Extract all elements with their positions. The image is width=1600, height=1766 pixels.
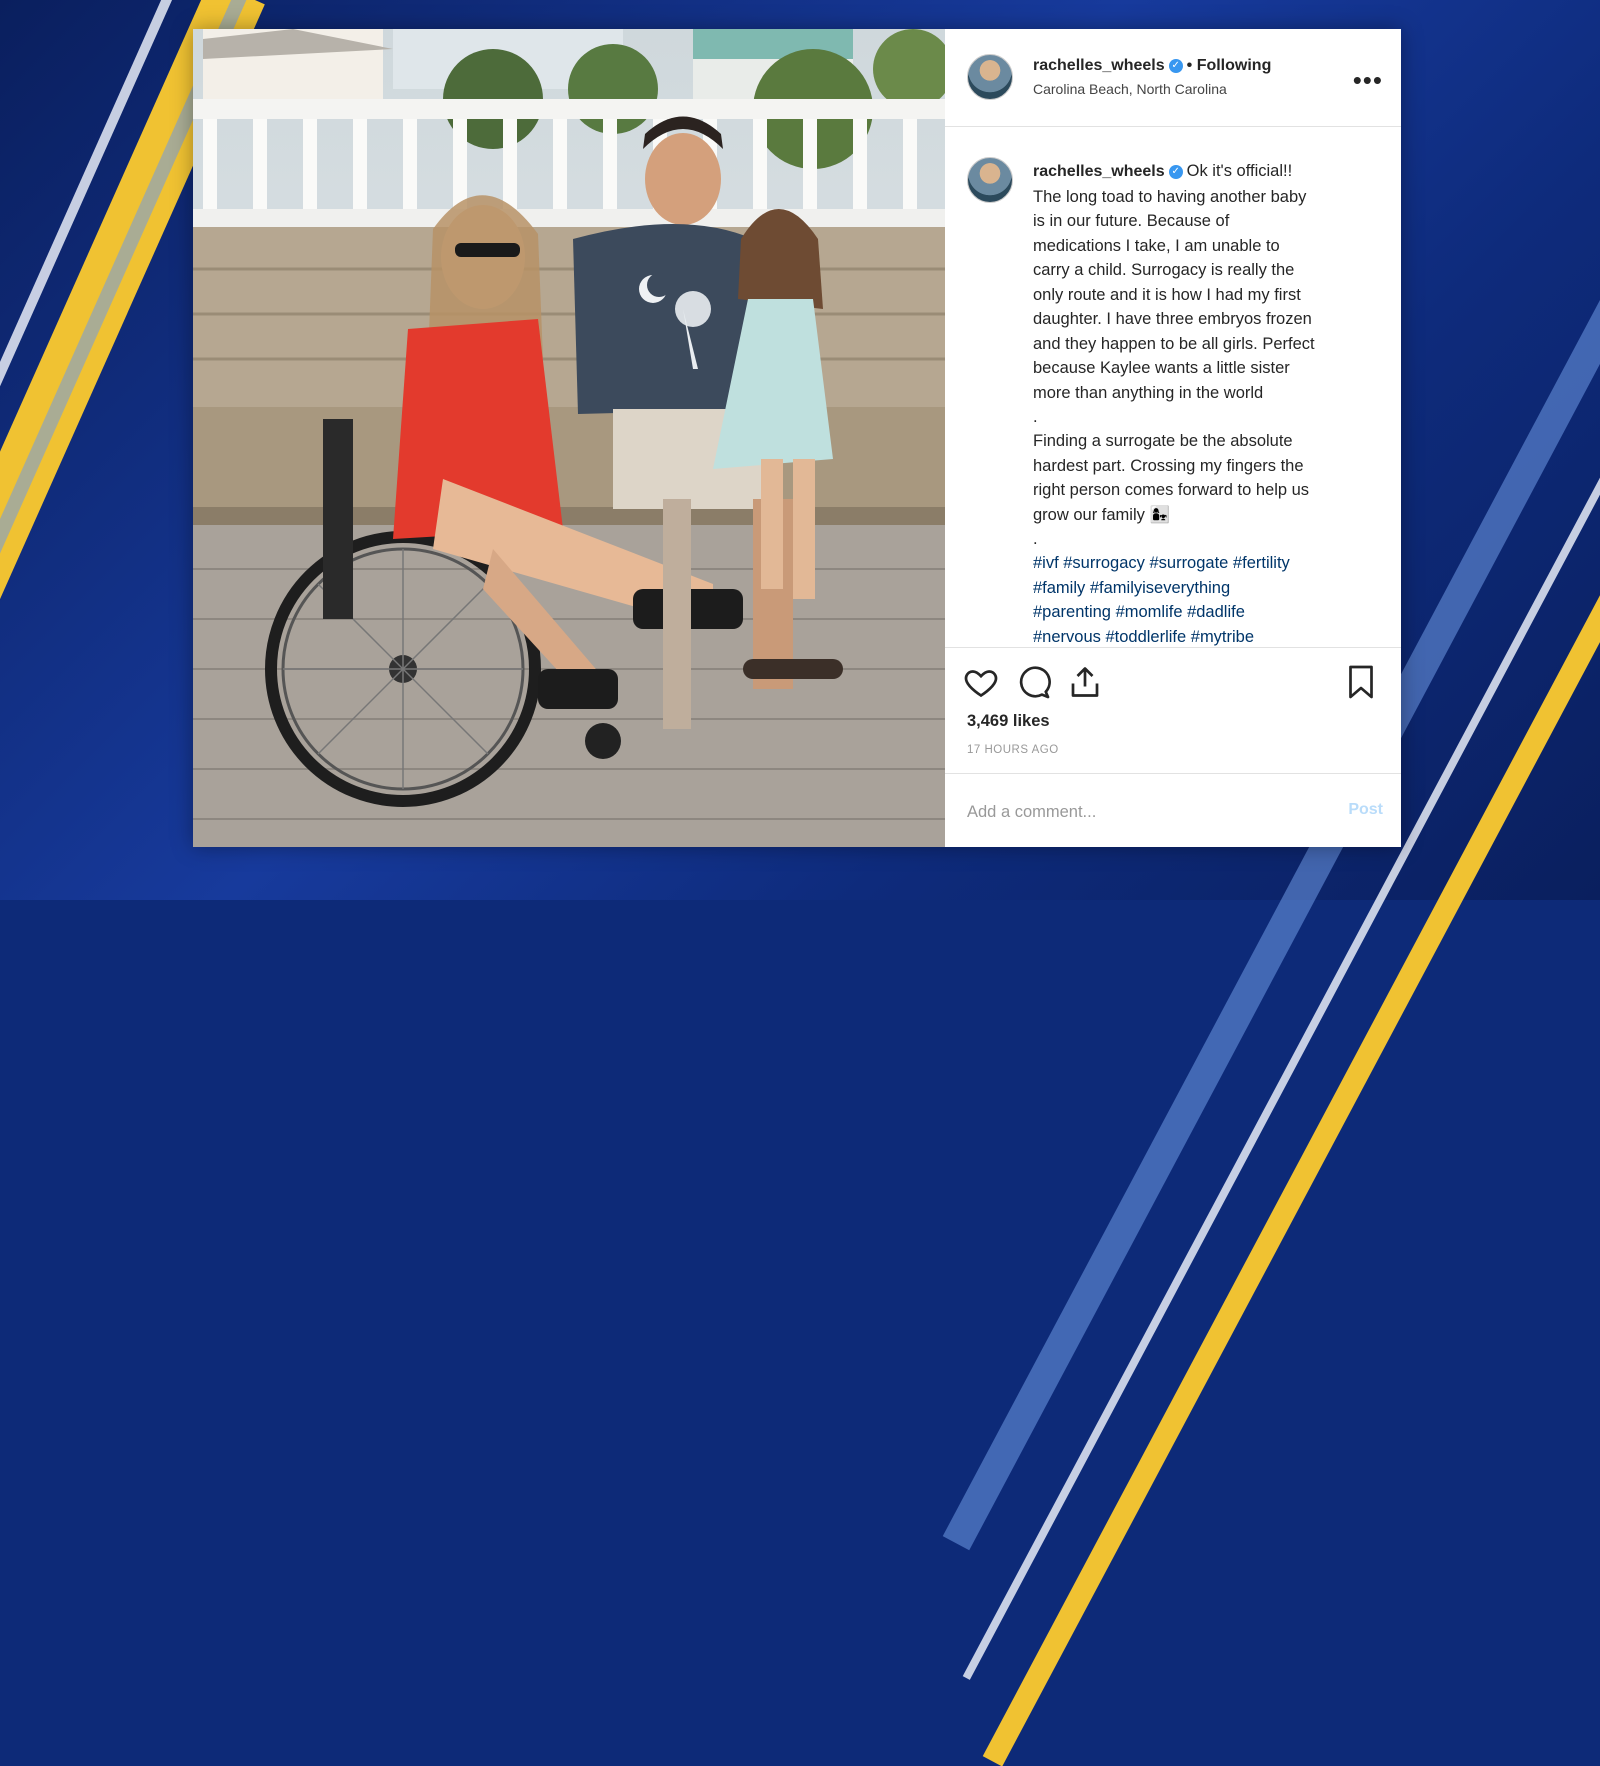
instagram-post: rachelles_wheels ✓ • Following Carolina Be…	[193, 29, 1401, 847]
caption-line: daughter. I have three embryos frozen	[1033, 310, 1312, 328]
header-username[interactable]: rachelles_wheels	[1033, 57, 1165, 74]
hashtags: #ivf #surrogacy #surrogate #fertility #f…	[1033, 551, 1363, 647]
post-header: rachelles_wheels ✓ • Following Carolina Be…	[945, 29, 1401, 127]
caption-line: hardest part. Crossing my fingers the	[1033, 456, 1304, 475]
hashtag-line[interactable]: #parenting #momlife #dadlife	[1033, 603, 1245, 621]
caption-line: and they happen to be all girls. Perfect	[1033, 334, 1315, 353]
caption-username[interactable]: rachelles_wheels	[1033, 163, 1165, 180]
verified-badge-icon: ✓	[1168, 164, 1183, 179]
caption-line: grow our family 👩‍👧	[1033, 505, 1170, 524]
caption-separator: .	[1033, 530, 1038, 548]
more-dots-icon[interactable]: •••	[1353, 65, 1383, 96]
caption-line: is in our future. Because of	[1033, 212, 1230, 230]
heart-icon[interactable]	[963, 664, 999, 700]
caption-line: right person comes forward to help us	[1033, 481, 1310, 499]
caption-line-text: Ok it's official!!	[1186, 162, 1293, 180]
following-button[interactable]: Following	[1197, 57, 1272, 74]
caption-line: more than anything in the world	[1033, 383, 1264, 402]
likes-count[interactable]: 3,469 likes	[967, 712, 1050, 731]
hashtag-line[interactable]: #ivf #surrogacy #surrogate #fertility	[1033, 554, 1290, 572]
caption-line: medications I take, I am unable to	[1033, 236, 1280, 255]
verified-badge-icon: ✓	[1168, 58, 1183, 73]
caption-avatar[interactable]	[967, 157, 1013, 203]
dot-separator: •	[1186, 57, 1197, 74]
location-link[interactable]: Carolina Beach, North Carolina	[1033, 81, 1227, 97]
bookmark-icon[interactable]	[1343, 664, 1379, 700]
caption-line: Finding a surrogate be the absolute	[1033, 432, 1293, 450]
comment-icon[interactable]	[1015, 664, 1051, 700]
comment-bar: Post	[945, 773, 1401, 848]
caption-line: The long toad to having another baby	[1033, 187, 1307, 206]
caption-text: rachelles_wheels ✓ Ok it's official!! The …	[1033, 159, 1363, 647]
caption-line: rachelles_wheels ✓ Ok it's official!!	[1033, 159, 1363, 185]
hashtag-line[interactable]: #nervous #toddlerlife #mytribe	[1033, 628, 1254, 646]
avatar[interactable]	[967, 54, 1013, 100]
header-user-row: rachelles_wheels ✓ • Following	[1033, 57, 1271, 75]
share-icon[interactable]	[1067, 664, 1103, 700]
post-comment-button[interactable]: Post	[1348, 801, 1383, 819]
post-actions: 3,469 likes 17 HOURS AGO	[945, 647, 1401, 774]
post-side-panel: rachelles_wheels ✓ • Following Carolina Be…	[945, 29, 1401, 847]
caption-line: carry a child. Surrogacy is really the	[1033, 261, 1295, 279]
comment-input[interactable]	[965, 794, 1309, 830]
caption-line: only route and it is how I had my first	[1033, 285, 1301, 304]
caption-area: rachelles_wheels ✓ Ok it's official!! The …	[945, 127, 1401, 647]
caption-separator: .	[1033, 408, 1038, 426]
hashtag-line[interactable]: #family #familyiseverything	[1033, 579, 1230, 597]
family-photo-illustration	[193, 29, 945, 847]
post-photo	[193, 29, 945, 847]
caption-line: because Kaylee wants a little sister	[1033, 359, 1290, 377]
timestamp: 17 HOURS AGO	[967, 744, 1059, 756]
